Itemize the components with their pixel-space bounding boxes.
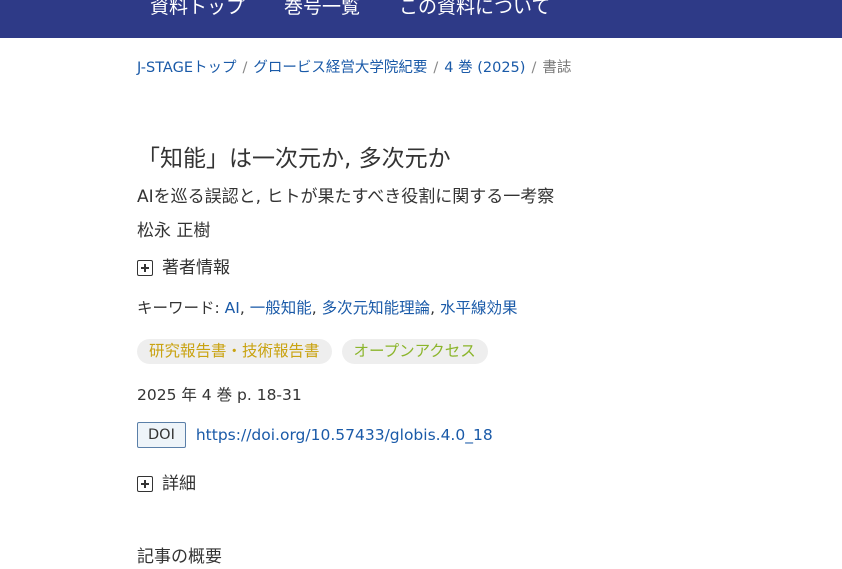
keyword-link[interactable]: AI <box>225 299 240 317</box>
abstract-heading: 記事の概要 <box>137 547 222 567</box>
author-info-label: 著者情報 <box>162 258 230 278</box>
article-author[interactable]: 松永 正樹 <box>137 219 210 243</box>
doi-link[interactable]: https://doi.org/10.57433/globis.4.0_18 <box>196 426 493 444</box>
keyword-link[interactable]: 水平線効果 <box>440 299 518 317</box>
article-badges: 研究報告書・技術報告書 オープンアクセス <box>137 339 498 364</box>
doi-tag: DOI <box>137 422 186 448</box>
open-access-badge: オープンアクセス <box>341 339 488 364</box>
keywords-label: キーワード: <box>137 299 220 317</box>
plus-box-icon <box>137 476 153 492</box>
breadcrumb-jstage-top[interactable]: J-STAGEトップ <box>137 60 237 76</box>
keyword-link[interactable]: 多次元知能理論 <box>322 299 431 317</box>
details-toggle[interactable]: 詳細 <box>137 472 196 496</box>
breadcrumb-separator: / <box>433 60 439 76</box>
doi-row: DOI https://doi.org/10.57433/globis.4.0_… <box>137 422 493 448</box>
article-subtitle: AIを巡る誤認と, ヒトが果たすべき役割に関する一考察 <box>137 187 555 207</box>
breadcrumb-volume[interactable]: 4 巻 (2025) <box>444 60 525 76</box>
keywords: キーワード: AI, 一般知能, 多次元知能理論, 水平線効果 <box>137 299 518 317</box>
nav-item-issue-list[interactable]: 巻号一覧 <box>284 0 360 21</box>
top-navigation-bar: 資料トップ 巻号一覧 この資料について <box>0 0 842 38</box>
breadcrumb-separator: / <box>242 60 248 76</box>
author-info-toggle[interactable]: 著者情報 <box>137 256 230 280</box>
report-type-badge: 研究報告書・技術報告書 <box>137 339 332 364</box>
breadcrumb-journal[interactable]: グロービス経営大学院紀要 <box>253 60 427 76</box>
breadcrumb-current: 書誌 <box>542 60 572 76</box>
nav-item-about-journal[interactable]: この資料について <box>399 0 550 21</box>
nav-item-journal-top[interactable]: 資料トップ <box>150 0 245 21</box>
volume-info: 2025 年 4 巻 p. 18-31 <box>137 386 302 404</box>
plus-box-icon <box>137 260 153 276</box>
breadcrumb: J-STAGEトップ / グロービス経営大学院紀要 / 4 巻 (2025) / 書誌 <box>137 58 571 78</box>
article-title: 「知能」は一次元か, 多次元か <box>137 146 451 172</box>
breadcrumb-separator: / <box>531 60 537 76</box>
details-label: 詳細 <box>162 474 196 494</box>
keyword-link[interactable]: 一般知能 <box>250 299 312 317</box>
